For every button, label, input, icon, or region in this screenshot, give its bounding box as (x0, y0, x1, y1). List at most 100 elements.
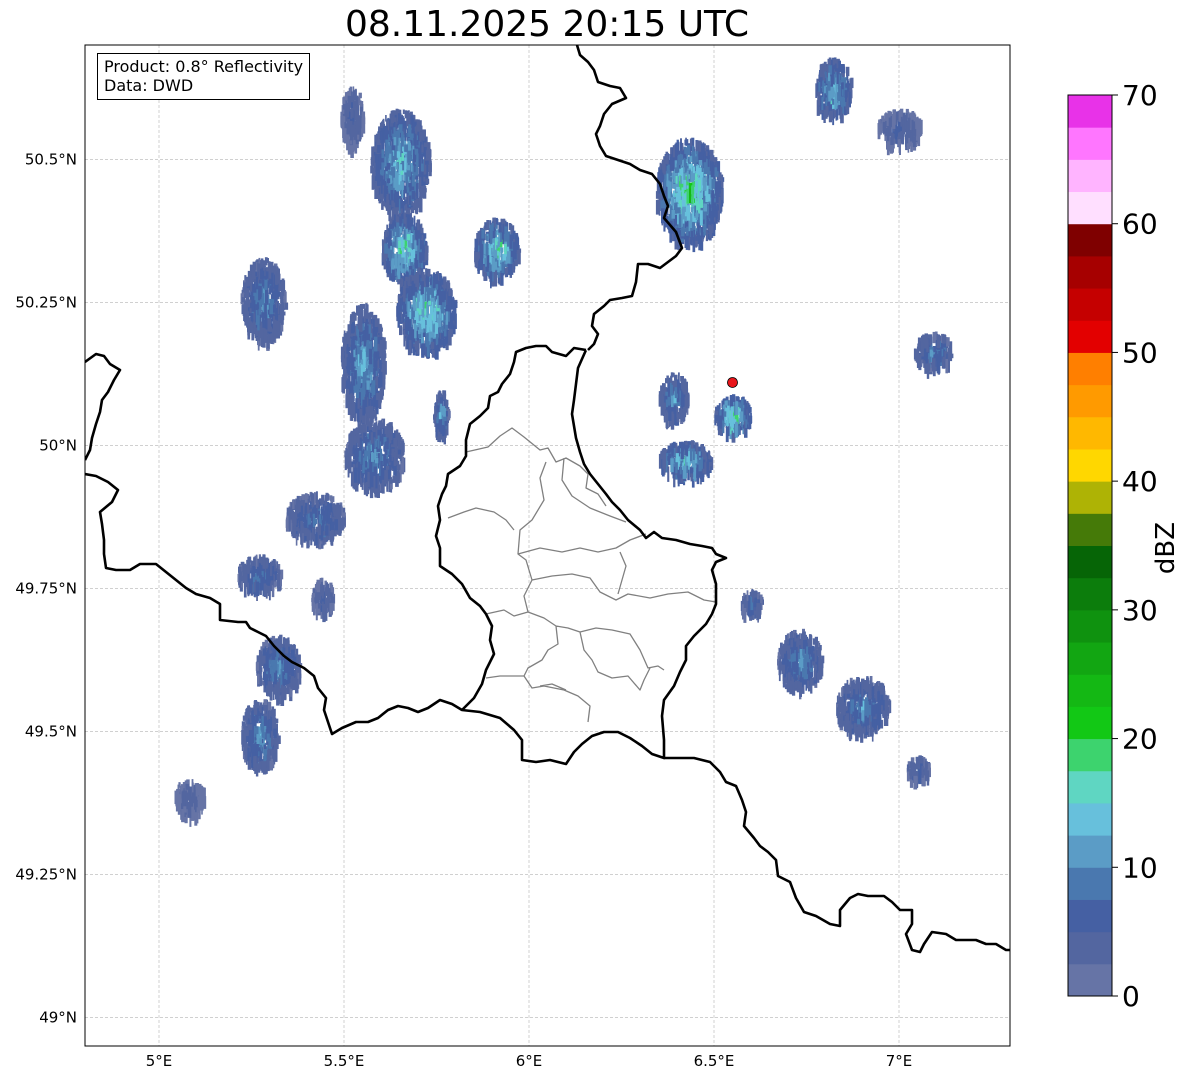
echo-pixel (376, 187, 379, 195)
echo-pixel (386, 162, 391, 170)
echo-pixel (345, 448, 348, 457)
echo-pixel (258, 257, 261, 264)
echo-pixel (248, 274, 252, 286)
echo-pixel (393, 177, 397, 188)
echo-pixel (406, 214, 409, 228)
echo-pixel (357, 398, 360, 409)
echo-pixel (485, 241, 489, 256)
echo-pixel (403, 212, 406, 224)
echo-pixel (384, 449, 388, 455)
echo-pixel (278, 282, 281, 291)
echo-pixel (257, 315, 260, 331)
echo-pixel (257, 262, 261, 272)
echo-pixel (506, 251, 511, 264)
echo-pixel (351, 433, 354, 448)
echo-pixel (263, 328, 268, 343)
echo-pixel (276, 565, 279, 572)
echo-pixel (424, 245, 429, 253)
echo-pixel (390, 175, 393, 184)
echo-pixel (360, 101, 363, 107)
echo-pixel (331, 529, 334, 542)
echo-pixel (288, 515, 291, 532)
echo-pixel (389, 218, 393, 225)
echo-pixel (366, 412, 370, 417)
echo-pixel (342, 109, 345, 114)
echo-pixel (438, 412, 442, 420)
echo-pixel (498, 222, 502, 233)
echo-pixel (399, 157, 402, 163)
echo-pixel (346, 357, 350, 374)
echo-pixel (353, 435, 357, 446)
echo-pixel (284, 302, 289, 310)
echo-pixel (424, 253, 429, 261)
echo-pixel (361, 386, 365, 401)
echo-pixel (365, 394, 368, 407)
echo-pixel (405, 248, 408, 264)
echo-pixel (513, 253, 517, 260)
echo-pixel (240, 571, 243, 578)
echo-pixel (441, 279, 444, 285)
echo-pixel (251, 327, 254, 337)
echo-pixel (434, 273, 438, 283)
echo-pixel (373, 368, 376, 379)
echo-pixel (379, 371, 383, 387)
echo-pixel (356, 122, 359, 131)
echo-pixel (416, 251, 420, 260)
echo-pixel (451, 316, 454, 330)
echo-pixel (495, 218, 499, 226)
echo-pixel (485, 266, 489, 272)
echo-pixel (420, 131, 423, 139)
echo-pixel (357, 461, 361, 472)
echo-pixel (325, 597, 329, 608)
echo-pixel (381, 162, 385, 175)
echo-pixel (271, 303, 274, 313)
echo-pixel (292, 500, 295, 509)
echo-pixel (325, 525, 329, 536)
echo-pixel (297, 513, 300, 518)
echo-pixel (243, 582, 247, 598)
echo-pixel (393, 137, 397, 146)
echo-pixel (500, 232, 502, 242)
echo-pixel (246, 276, 249, 283)
echo-pixel (493, 217, 496, 228)
echo-pixel (404, 110, 407, 119)
echo-pixel (489, 264, 492, 272)
echo-pixel (384, 470, 388, 482)
echo-pixel (332, 496, 335, 503)
echo-pixel (372, 409, 377, 418)
echo-pixel (306, 536, 310, 547)
echo-pixel (486, 220, 490, 230)
echo-pixel (365, 325, 369, 341)
echo-pixel (438, 390, 441, 396)
echo-pixel (357, 328, 359, 338)
echo-pixel (316, 500, 319, 509)
echo-pixel (409, 144, 412, 151)
echo-pixel (403, 174, 406, 182)
echo-pixel (382, 357, 386, 364)
echo-pixel (243, 563, 247, 575)
echo-pixel (442, 406, 446, 416)
echo-pixel (428, 300, 431, 305)
echo-pixel (321, 494, 325, 504)
echo-pixel (371, 399, 375, 406)
echo-pixel (334, 519, 338, 531)
echo-pixel (350, 140, 352, 145)
echo-pixel (276, 580, 280, 588)
echo-pixel (352, 376, 356, 386)
echo-pixel (357, 337, 360, 345)
echo-pixel (317, 593, 321, 599)
echo-pixel (357, 432, 360, 448)
echo-pixel (350, 364, 353, 369)
echo-pixel (385, 139, 389, 145)
echo-pixel (380, 179, 383, 194)
echo-pixel (280, 574, 282, 587)
echo-pixel (376, 393, 380, 401)
echo-pixel (422, 332, 426, 338)
echo-pixel (363, 482, 367, 495)
echo-pixel (329, 603, 333, 615)
echo-pixel (373, 422, 377, 428)
echo-pixel (314, 597, 317, 603)
echo-pixel (385, 441, 389, 450)
echo-pixel (389, 249, 392, 256)
echo-pixel (504, 268, 507, 278)
